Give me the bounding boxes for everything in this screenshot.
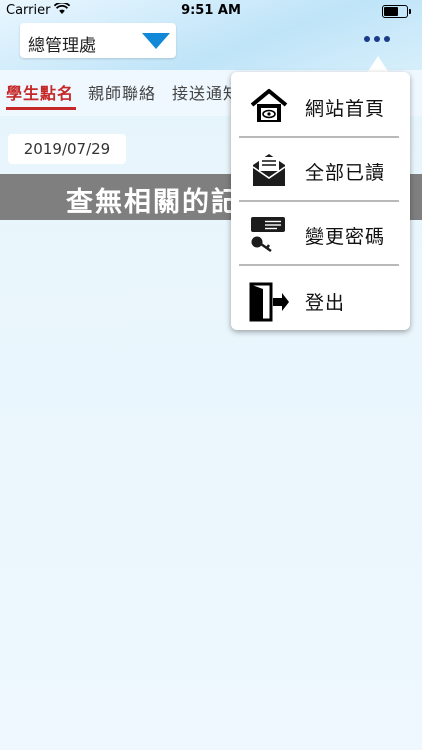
more-menu-button[interactable]	[364, 34, 392, 46]
logout-icon	[249, 282, 289, 322]
menu-item-change-password-label: 變更密碼	[305, 226, 386, 248]
status-bar: Carrier 9:51 AM	[0, 0, 422, 22]
menu-pointer	[367, 56, 389, 73]
tab-pickup[interactable]: 接送通知	[172, 80, 240, 104]
menu-item-logout-label: 登出	[305, 292, 346, 314]
menu-item-mark-all-read-label: 全部已讀	[305, 162, 386, 184]
dropdown-arrow-icon	[142, 33, 170, 49]
menu-item-change-password[interactable]: 變更密碼	[231, 202, 410, 266]
status-time: 9:51 AM	[181, 3, 241, 18]
tab-attendance[interactable]: 學生點名	[6, 80, 74, 104]
menu-divider	[239, 264, 399, 266]
dot-icon	[374, 36, 380, 42]
popup-menu: 網站首頁 全部已讀 變更密碼 登出	[231, 72, 410, 330]
menu-item-mark-all-read[interactable]: 全部已讀	[231, 138, 410, 202]
menu-item-home[interactable]: 網站首頁	[231, 74, 410, 138]
key-icon	[249, 216, 289, 253]
active-tab-indicator	[6, 107, 76, 110]
dot-icon	[384, 36, 390, 42]
open-mail-icon	[249, 152, 289, 188]
tab-parent-teacher[interactable]: 親師聯絡	[88, 80, 156, 104]
battery-icon	[382, 5, 411, 18]
unit-selector[interactable]: 總管理處	[20, 23, 176, 58]
unit-selector-label: 總管理處	[28, 36, 96, 56]
date-picker[interactable]: 2019/07/29	[8, 134, 126, 164]
home-icon	[249, 88, 289, 124]
menu-item-logout[interactable]: 登出	[231, 268, 410, 332]
dot-icon	[364, 36, 370, 42]
menu-item-home-label: 網站首頁	[305, 98, 386, 120]
